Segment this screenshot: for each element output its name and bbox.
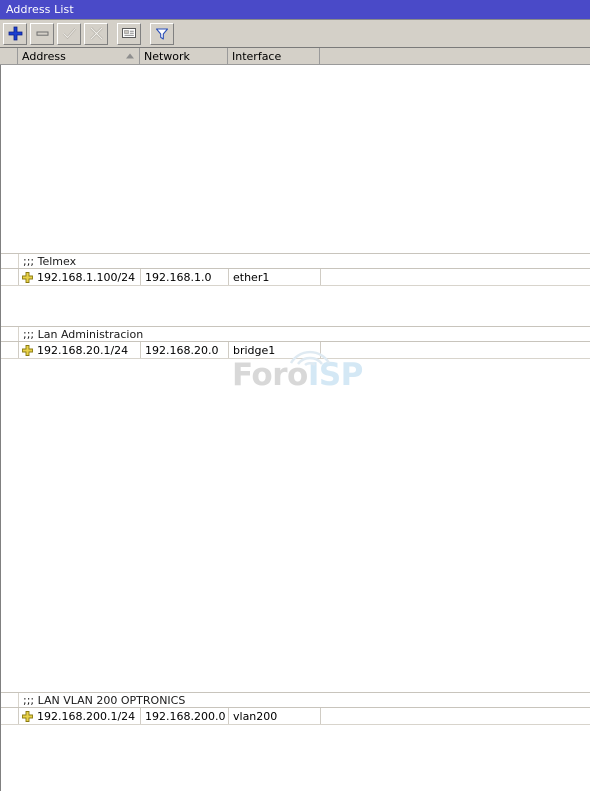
- cell-filler: [321, 269, 590, 285]
- static-address-icon: [21, 344, 34, 357]
- cell-address-text: 192.168.200.1/24: [37, 709, 136, 723]
- cell-interface[interactable]: bridge1: [229, 342, 321, 358]
- table-row[interactable]: 192.168.20.1/24 192.168.20.0 bridge1: [1, 342, 590, 359]
- cell-filler: [321, 708, 590, 724]
- cell-interface-text: ether1: [233, 270, 270, 284]
- list-empty-space-top: [1, 65, 590, 253]
- plus-icon: [8, 26, 23, 41]
- address-list-body[interactable]: ;;; Telmex 192.168.1.100/24 192.168.1.0 …: [0, 65, 590, 791]
- comment-row-gutter: [1, 693, 19, 707]
- disable-button[interactable]: [84, 22, 108, 45]
- comment-row[interactable]: ;;; Lan Administracion: [1, 326, 590, 342]
- table-row[interactable]: 192.168.200.1/24 192.168.200.0 vlan200: [1, 708, 590, 725]
- cell-interface-text: vlan200: [233, 709, 278, 723]
- cell-network-text: 192.168.20.0: [145, 343, 219, 357]
- cell-interface-text: bridge1: [233, 343, 276, 357]
- enable-button[interactable]: [57, 22, 81, 45]
- cell-address[interactable]: 192.168.200.1/24: [19, 708, 141, 724]
- column-header-network[interactable]: Network: [140, 48, 228, 64]
- cross-icon: [89, 26, 104, 41]
- add-button[interactable]: [3, 22, 27, 45]
- table-row[interactable]: 192.168.1.100/24 192.168.1.0 ether1: [1, 269, 590, 286]
- comment-row-gutter: [1, 327, 19, 341]
- remove-button[interactable]: [30, 22, 54, 45]
- column-header-interface[interactable]: Interface: [228, 48, 320, 64]
- static-address-icon: [21, 271, 34, 284]
- column-header-interface-label: Interface: [232, 49, 282, 63]
- window-title: Address List: [6, 3, 74, 16]
- comment-row-gutter: [1, 254, 19, 268]
- column-header-address-label: Address: [22, 49, 66, 63]
- cell-address-text: 192.168.1.100/24: [37, 270, 136, 284]
- static-address-icon: [21, 710, 34, 723]
- row-gutter: [1, 708, 19, 724]
- address-list-window: Address List Address Network Interface ;…: [0, 0, 590, 791]
- list-empty-space-bottom: [1, 725, 590, 753]
- row-gutter: [1, 342, 19, 358]
- cell-address[interactable]: 192.168.20.1/24: [19, 342, 141, 358]
- filter-button[interactable]: [150, 22, 174, 45]
- comment-row[interactable]: ;;; Telmex: [1, 253, 590, 269]
- filter-icon: [155, 27, 169, 41]
- window-titlebar: Address List: [0, 0, 590, 20]
- comment-row-text: ;;; Lan Administracion: [23, 327, 144, 341]
- cell-address-text: 192.168.20.1/24: [37, 343, 129, 357]
- cell-network[interactable]: 192.168.200.0: [141, 708, 229, 724]
- column-header-address[interactable]: Address: [18, 48, 140, 64]
- cell-filler: [321, 342, 590, 358]
- cell-network[interactable]: 192.168.20.0: [141, 342, 229, 358]
- cell-interface[interactable]: vlan200: [229, 708, 321, 724]
- comment-row-text: ;;; LAN VLAN 200 OPTRONICS: [23, 693, 186, 707]
- comment-button[interactable]: [117, 22, 141, 45]
- cell-address[interactable]: 192.168.1.100/24: [19, 269, 141, 285]
- column-header-row: Address Network Interface: [0, 48, 590, 65]
- cell-network-text: 192.168.200.0: [145, 709, 226, 723]
- check-icon: [62, 26, 77, 41]
- list-empty-space-2: [1, 359, 590, 692]
- minus-icon: [35, 26, 50, 41]
- cell-network[interactable]: 192.168.1.0: [141, 269, 229, 285]
- column-header-gutter: [0, 48, 18, 64]
- sort-ascending-icon: [126, 53, 134, 59]
- cell-network-text: 192.168.1.0: [145, 270, 212, 284]
- comment-row-text: ;;; Telmex: [23, 254, 77, 268]
- list-empty-space-1: [1, 286, 590, 326]
- cell-interface[interactable]: ether1: [229, 269, 321, 285]
- comment-icon: [121, 27, 137, 40]
- column-header-network-label: Network: [144, 49, 190, 63]
- toolbar: [0, 20, 590, 48]
- comment-row[interactable]: ;;; LAN VLAN 200 OPTRONICS: [1, 692, 590, 708]
- row-gutter: [1, 269, 19, 285]
- column-header-filler: [320, 48, 590, 64]
